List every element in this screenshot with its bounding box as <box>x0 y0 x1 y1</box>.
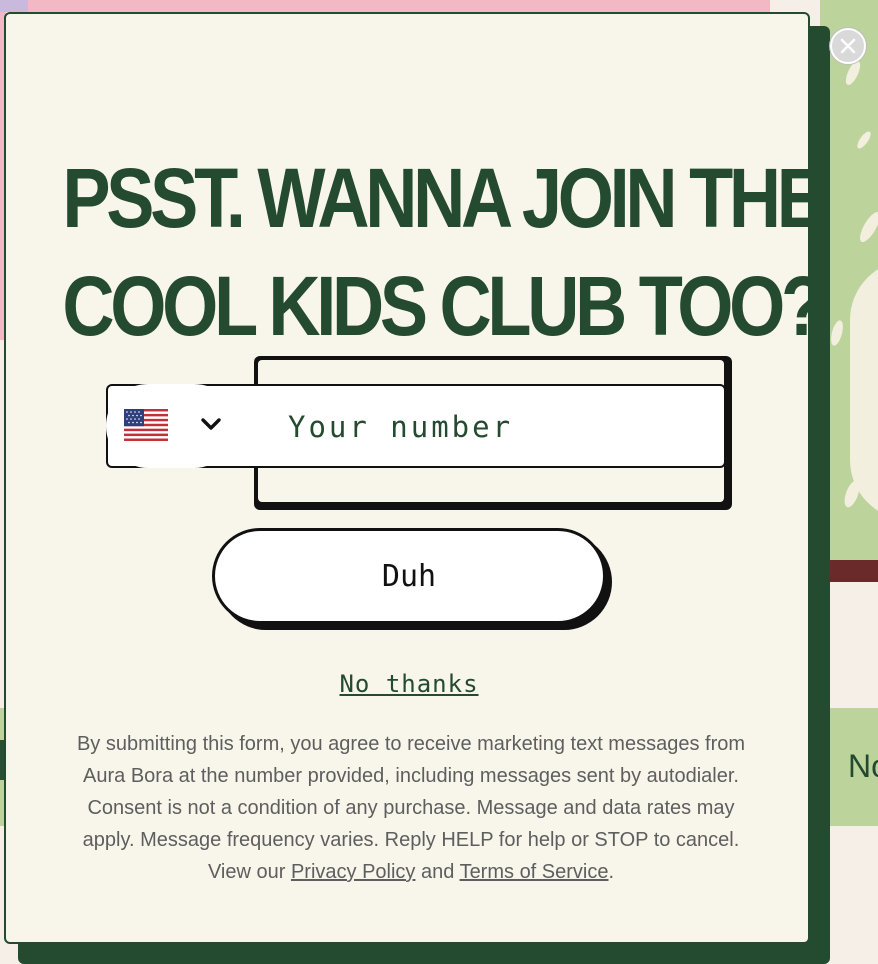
close-icon <box>840 38 856 54</box>
disclaimer-and: and <box>415 861 460 883</box>
submit-button[interactable]: Duh <box>212 528 606 624</box>
privacy-policy-link[interactable]: Privacy Policy <box>291 861 415 883</box>
us-flag-icon <box>124 409 168 441</box>
sms-consent-disclaimer: By submitting this form, you agree to re… <box>60 728 762 888</box>
background-partial-text: No <box>848 748 878 784</box>
close-button[interactable] <box>830 28 866 64</box>
terms-of-service-link[interactable]: Terms of Service <box>460 861 609 883</box>
disclaimer-end: . <box>608 861 615 883</box>
country-code-select[interactable] <box>106 384 236 468</box>
headline-line-2: COOL KIDS CLUB TOO? <box>62 259 825 353</box>
phone-number-input[interactable] <box>286 400 710 454</box>
background-pink-band <box>0 0 770 12</box>
modal-headline: PSST. WANNA JOIN THE COOL KIDS CLUB TOO? <box>62 144 825 360</box>
headline-line-1: PSST. WANNA JOIN THE <box>62 151 825 245</box>
background-lilac-corner <box>0 0 28 12</box>
chevron-down-icon <box>201 418 221 430</box>
no-thanks-link[interactable]: No thanks <box>0 670 818 698</box>
